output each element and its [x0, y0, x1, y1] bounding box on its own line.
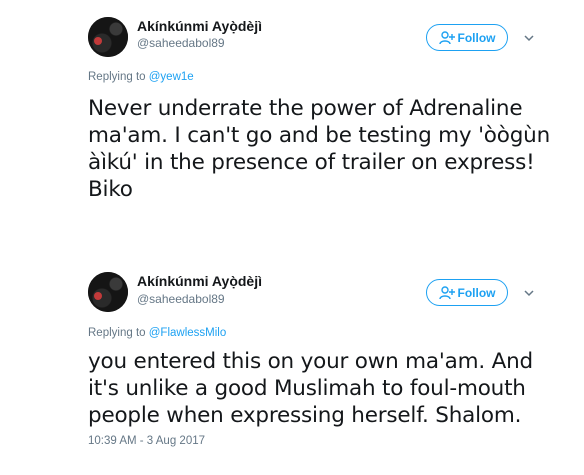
tweet-text: you entered this on your own ma'am. And …: [88, 349, 533, 428]
reply-mention-link[interactable]: @yew1e: [149, 71, 194, 83]
replying-prefix: Replying to: [88, 71, 146, 83]
avatar-image: [88, 272, 128, 312]
chevron-down-icon[interactable]: [522, 286, 536, 300]
tweet-text: Never underrate the power of Adrenaline …: [88, 96, 551, 202]
timestamp[interactable]: 10:39 AM - 3 Aug 2017: [88, 435, 205, 447]
avatar[interactable]: [88, 272, 128, 312]
display-name[interactable]: Akínkúnmi Ayọ̀dèjì: [137, 273, 262, 289]
reply-mention-link[interactable]: @FlawlessMilo: [149, 327, 227, 339]
username[interactable]: @saheedabol89: [137, 36, 225, 50]
replying-prefix: Replying to: [88, 327, 146, 339]
add-user-icon: [438, 30, 455, 44]
avatar-accent: [94, 292, 102, 300]
username[interactable]: @saheedabol89: [137, 292, 225, 306]
follow-button[interactable]: Follow: [426, 24, 508, 51]
avatar[interactable]: [88, 17, 128, 57]
follow-button[interactable]: Follow: [426, 279, 508, 306]
replying-to: Replying to @FlawlessMilo: [88, 327, 226, 339]
add-user-icon: [438, 285, 455, 299]
replying-to: Replying to @yew1e: [88, 71, 194, 83]
display-name[interactable]: Akínkúnmi Ayọ̀dèjì: [137, 18, 262, 34]
follow-label: Follow: [457, 285, 496, 300]
follow-label: Follow: [457, 30, 496, 45]
avatar-accent: [94, 37, 102, 45]
chevron-down-icon[interactable]: [522, 31, 536, 45]
avatar-image: [88, 17, 128, 57]
